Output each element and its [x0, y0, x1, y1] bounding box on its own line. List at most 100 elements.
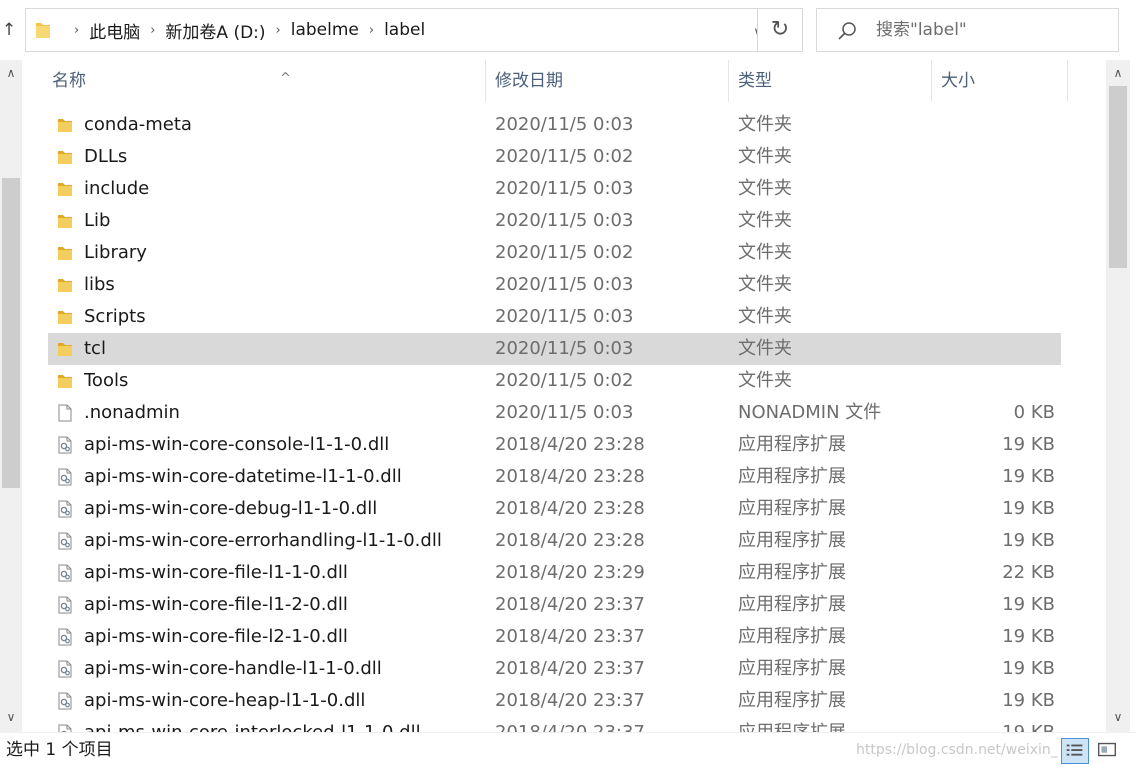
file-date: 2018/4/20 23:37 [495, 690, 645, 711]
chevron-right-icon[interactable]: › [74, 23, 79, 38]
file-row[interactable]: tcl 2020/11/5 0:03 文件夹 [48, 333, 1061, 365]
file-name: api-ms-win-core-heap-l1-1-0.dll [84, 690, 366, 711]
chevron-right-icon[interactable]: › [150, 23, 155, 38]
file-row[interactable]: api-ms-win-core-file-l1-1-0.dll 2018/4/20… [48, 557, 1061, 589]
file-row[interactable]: Library 2020/11/5 0:02 文件夹 [48, 237, 1061, 269]
file-date: 2018/4/20 23:28 [495, 498, 645, 519]
file-type: 文件夹 [738, 146, 792, 167]
search-icon [838, 22, 856, 40]
file-row[interactable]: include 2020/11/5 0:03 文件夹 [48, 173, 1061, 205]
large-icons-view-icon [1098, 742, 1116, 757]
scroll-up-icon[interactable]: ∧ [0, 62, 22, 84]
file-type: 应用程序扩展 [738, 594, 846, 615]
file-list-pane: 名称 ^ 修改日期 类型 大小 conda-meta 2020/11/5 0:03… [22, 60, 1106, 732]
chevron-right-icon[interactable]: › [276, 23, 281, 38]
search-input[interactable]: 搜索"label" [876, 9, 967, 51]
file-size: 0 KB [1013, 402, 1055, 423]
file-row[interactable]: api-ms-win-core-console-l1-1-0.dll 2018/4… [48, 429, 1061, 461]
file-name: Library [84, 242, 147, 263]
search-box[interactable]: 搜索"label" [816, 8, 1119, 52]
folder-icon [56, 212, 74, 230]
scroll-down-icon[interactable]: ∨ [1106, 706, 1130, 728]
file-row[interactable]: api-ms-win-core-file-l2-1-0.dll 2018/4/20… [48, 621, 1061, 653]
up-arrow-icon[interactable]: ↑ [0, 18, 18, 42]
column-size-label: 大小 [941, 71, 975, 91]
address-toolbar: ↑ › 此电脑 › 新加卷A (D:) › labelme › label ∨ … [0, 0, 1136, 60]
refresh-icon: ↻ [770, 17, 790, 42]
scroll-up-icon[interactable]: ∧ [1106, 62, 1130, 84]
dll-icon [56, 468, 74, 486]
dll-icon [56, 564, 74, 582]
file-date: 2018/4/20 23:28 [495, 434, 645, 455]
file-row[interactable]: api-ms-win-core-heap-l1-1-0.dll 2018/4/20… [48, 685, 1061, 717]
file-size: 19 KB [943, 717, 1055, 732]
file-row[interactable]: api-ms-win-core-datetime-l1-1-0.dll 2018/… [48, 461, 1061, 493]
file-name: .nonadmin [84, 402, 180, 423]
chevron-right-icon[interactable]: › [369, 23, 374, 38]
file-list-scrollbar[interactable]: ∧ ∨ [1106, 60, 1130, 732]
file-name: Tools [84, 370, 129, 391]
file-row[interactable]: api-ms-win-core-errorhandling-l1-1-0.dll… [48, 525, 1061, 557]
folder-icon [56, 116, 74, 134]
watermark: https://blog.csdn.net/weixin_ [856, 742, 1058, 758]
file-row[interactable]: Scripts 2020/11/5 0:03 文件夹 [48, 301, 1061, 333]
file-row[interactable]: libs 2020/11/5 0:03 文件夹 [48, 269, 1061, 301]
file-date: 2020/11/5 0:03 [495, 274, 634, 295]
dll-icon [56, 692, 74, 710]
file-name: Lib [84, 210, 111, 231]
file-type: 文件夹 [738, 338, 792, 359]
refresh-button[interactable]: ↻ [757, 8, 803, 52]
file-row[interactable]: Tools 2020/11/5 0:02 文件夹 [48, 365, 1061, 397]
file-name: DLLs [84, 146, 128, 167]
file-row[interactable]: conda-meta 2020/11/5 0:03 文件夹 [48, 109, 1061, 141]
file-size: 19 KB [1002, 466, 1055, 487]
details-view-button[interactable] [1061, 738, 1089, 764]
folder-icon [56, 148, 74, 166]
file-row[interactable]: api-ms-win-core-handle-l1-1-0.dll 2018/4/… [48, 653, 1061, 685]
breadcrumb-item[interactable]: label [384, 20, 425, 40]
file-icon [56, 404, 74, 422]
file-size: 19 KB [1002, 690, 1055, 711]
column-type-header[interactable]: 类型 [730, 60, 932, 102]
file-row[interactable]: api-ms-win-core-debug-l1-1-0.dll 2018/4/2… [48, 493, 1061, 525]
column-name-header[interactable]: 名称 ^ [44, 60, 486, 102]
file-type: NONADMIN 文件 [738, 402, 882, 423]
scroll-down-icon[interactable]: ∨ [0, 706, 22, 728]
breadcrumb-item[interactable]: 此电脑 [89, 18, 140, 43]
file-date: 2020/11/5 0:03 [495, 178, 634, 199]
large-icons-view-button[interactable] [1094, 738, 1122, 764]
file-name: api-ms-win-core-file-l1-2-0.dll [84, 594, 348, 615]
file-row[interactable]: DLLs 2020/11/5 0:02 文件夹 [48, 141, 1061, 173]
column-size-header[interactable]: 大小 [933, 60, 1068, 102]
file-size: 19 KB [1002, 594, 1055, 615]
file-size: 19 KB [1002, 530, 1055, 551]
file-row[interactable]: api-ms-win-core-interlocked-l1-1-0.dll 20… [48, 717, 1061, 732]
file-type: 文件夹 [738, 178, 792, 199]
file-date: 2020/11/5 0:03 [495, 338, 634, 359]
file-type: 应用程序扩展 [738, 690, 846, 711]
file-type: 文件夹 [738, 114, 792, 135]
dll-icon [56, 436, 74, 454]
file-date: 2018/4/20 23:29 [495, 562, 645, 583]
file-type: 应用程序扩展 [738, 530, 846, 551]
file-row[interactable]: .nonadmin 2020/11/5 0:03 NONADMIN 文件 0 KB [48, 397, 1061, 429]
column-date-header[interactable]: 修改日期 [487, 60, 729, 102]
navigation-pane-scrollbar[interactable]: ∧ ∨ [0, 60, 22, 732]
scrollbar-thumb[interactable] [1109, 86, 1127, 268]
dll-icon [56, 532, 74, 550]
file-date: 2018/4/20 23:28 [495, 466, 645, 487]
sort-up-icon: ^ [280, 71, 291, 86]
breadcrumb-item[interactable]: 新加卷A (D:) [165, 18, 265, 43]
address-bar[interactable]: › 此电脑 › 新加卷A (D:) › labelme › label ∨ [25, 8, 763, 52]
column-header: 名称 ^ 修改日期 类型 大小 [22, 60, 1106, 102]
file-row[interactable]: Lib 2020/11/5 0:03 文件夹 [48, 205, 1061, 237]
file-date: 2020/11/5 0:03 [495, 210, 634, 231]
dll-icon [56, 596, 74, 614]
breadcrumb-item[interactable]: labelme [291, 20, 359, 40]
file-size: 19 KB [1002, 658, 1055, 679]
file-row[interactable]: api-ms-win-core-file-l1-2-0.dll 2018/4/20… [48, 589, 1061, 621]
file-date: 2020/11/5 0:03 [495, 402, 634, 423]
scrollbar-thumb[interactable] [2, 178, 20, 488]
dll-icon [56, 724, 74, 732]
window-edge [1130, 60, 1136, 732]
